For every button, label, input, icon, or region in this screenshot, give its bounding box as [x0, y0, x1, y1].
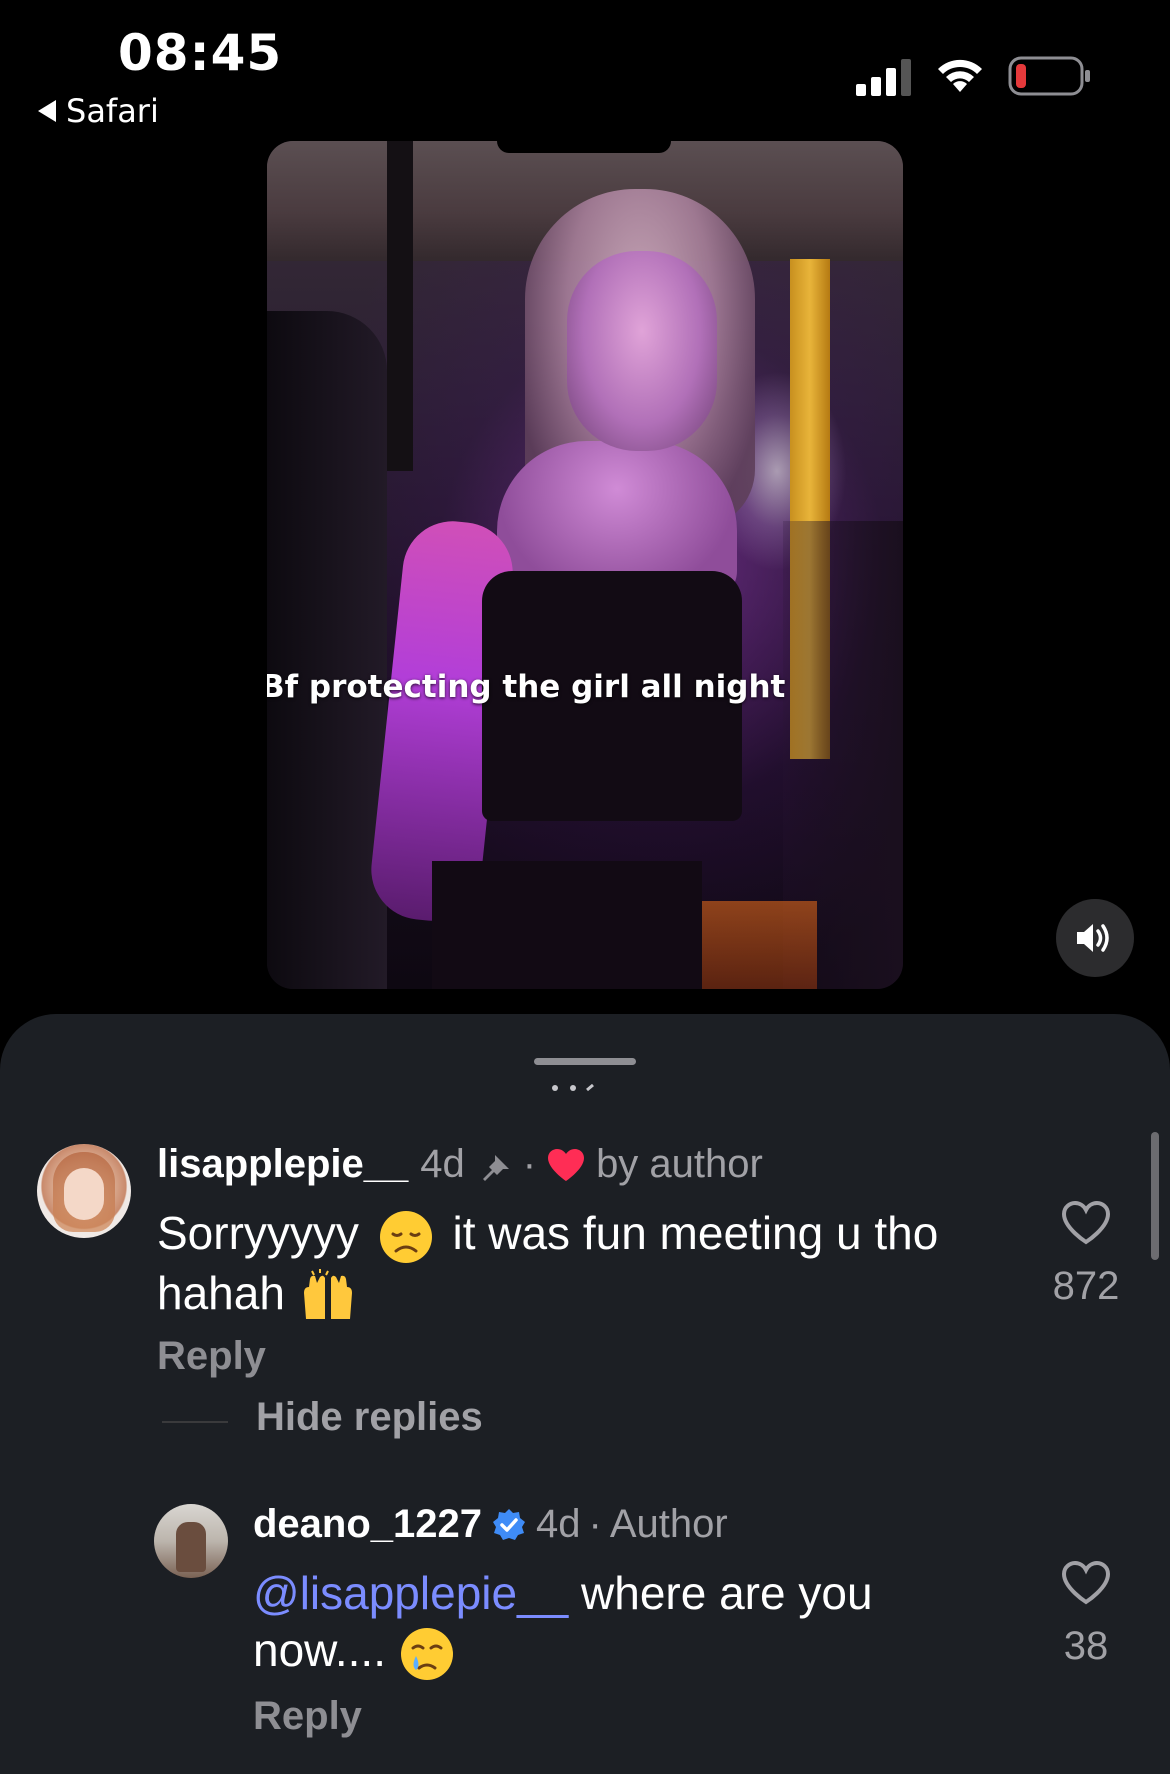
- pin-icon: [482, 1150, 509, 1181]
- comment-age: 4d: [420, 1142, 465, 1186]
- volume-button[interactable]: [1056, 899, 1134, 977]
- raising-hands-icon: [303, 1268, 352, 1319]
- mention-link[interactable]: @lisapplepie__: [253, 1567, 568, 1619]
- back-arrow-icon: [38, 100, 56, 122]
- status-bar: 08:45 Safari: [0, 0, 1170, 130]
- avatar[interactable]: [37, 1144, 131, 1238]
- reply-button[interactable]: Reply: [157, 1334, 266, 1379]
- comment-username[interactable]: lisapplepie__: [157, 1142, 408, 1187]
- heart-filled-icon: [548, 1148, 585, 1181]
- comment-header: lisapplepie__ 4d · by author: [157, 1142, 763, 1187]
- like-count: 872: [1052, 1264, 1120, 1308]
- cellular-signal-icon: [856, 59, 911, 96]
- back-to-app-button[interactable]: Safari: [38, 92, 159, 130]
- battery-icon: [1008, 56, 1090, 96]
- status-time: 08:45: [118, 24, 283, 82]
- sheet-grabber[interactable]: [534, 1058, 636, 1065]
- crying-face-icon: [400, 1627, 453, 1680]
- reply-button[interactable]: Reply: [253, 1694, 362, 1739]
- comments-sheet: lisapplepie__ 4d · by author Sorryyyyy i…: [0, 1014, 1170, 1774]
- liked-by-author-label: by author: [596, 1142, 763, 1186]
- speaker-icon: [1077, 924, 1109, 952]
- like-count: 38: [1063, 1624, 1109, 1668]
- comment-header: deano_1227 4d · Author: [253, 1502, 728, 1547]
- like-button[interactable]: 872: [1041, 1200, 1131, 1309]
- divider: [162, 1421, 228, 1423]
- back-app-label: Safari: [66, 92, 159, 130]
- video-player[interactable]: Bf protecting the girl all night: [267, 141, 903, 989]
- heart-outline-icon: [1061, 1200, 1111, 1245]
- wifi-icon: [938, 59, 982, 92]
- comment-age: 4d: [536, 1502, 581, 1546]
- comment-username[interactable]: deano_1227: [253, 1502, 482, 1547]
- heart-outline-icon: [1061, 1560, 1111, 1605]
- disappointed-face-icon: [379, 1210, 432, 1263]
- verified-badge-icon: [493, 1508, 526, 1540]
- scrollbar[interactable]: [1151, 1132, 1159, 1260]
- hide-replies-button[interactable]: Hide replies: [256, 1395, 483, 1440]
- like-button[interactable]: 38: [1041, 1560, 1131, 1669]
- comment-text: Sorryyyyy it was fun meeting u tho hahah: [157, 1205, 1017, 1325]
- video-caption: Bf protecting the girl all night: [267, 669, 786, 705]
- partial-text-dots: [552, 1084, 594, 1092]
- author-badge: Author: [609, 1502, 728, 1546]
- avatar[interactable]: [154, 1504, 228, 1578]
- comment-text: @lisapplepie__ where are you now....: [253, 1565, 1013, 1682]
